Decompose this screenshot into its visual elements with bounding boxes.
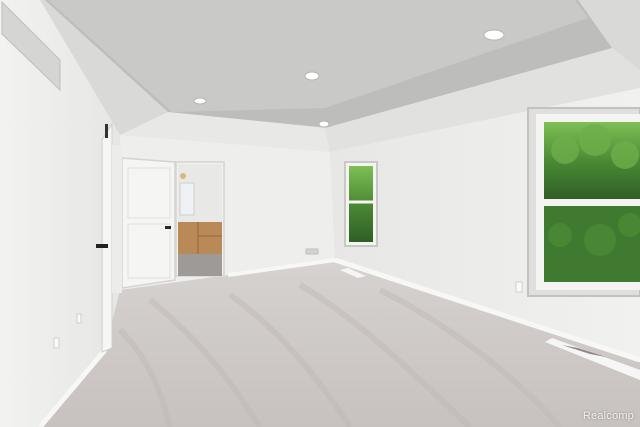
bedroom-photo: Realcomp — [0, 0, 640, 427]
near-door-handle — [96, 244, 108, 248]
near-door — [101, 122, 113, 353]
bathroom-light — [180, 173, 186, 179]
watermark-text: Realcomp — [582, 410, 634, 422]
bathroom-mirror — [179, 182, 195, 216]
floor-vent-back — [305, 248, 319, 255]
near-door-hinge — [105, 124, 108, 138]
room-illustration — [0, 0, 640, 427]
small-window-glass — [349, 166, 373, 242]
closet-frame — [112, 145, 122, 293]
outlet-left-1 — [53, 337, 60, 349]
bathroom-floor — [178, 254, 222, 276]
outlet-left-2 — [76, 313, 82, 324]
large-window-mullion — [540, 199, 640, 206]
outlet-right — [515, 281, 523, 293]
door-handle — [165, 226, 171, 229]
bathroom-vanity — [178, 222, 222, 254]
open-door — [121, 157, 176, 289]
